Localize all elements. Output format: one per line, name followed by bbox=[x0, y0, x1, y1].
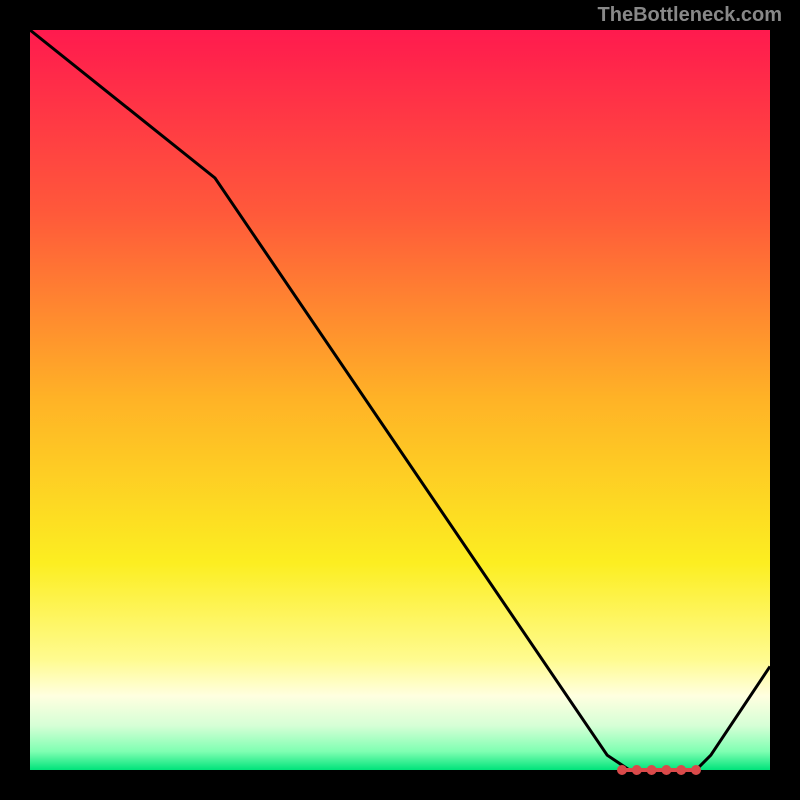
optimal-marker bbox=[647, 765, 657, 775]
optimal-marker bbox=[661, 765, 671, 775]
optimal-marker bbox=[617, 765, 627, 775]
bottleneck-chart bbox=[0, 0, 800, 800]
attribution-text: TheBottleneck.com bbox=[598, 4, 782, 27]
optimal-marker bbox=[676, 765, 686, 775]
optimal-marker bbox=[691, 765, 701, 775]
chart-container: TheBottleneck.com bbox=[0, 0, 800, 800]
optimal-marker bbox=[632, 765, 642, 775]
plot-background bbox=[30, 30, 770, 770]
